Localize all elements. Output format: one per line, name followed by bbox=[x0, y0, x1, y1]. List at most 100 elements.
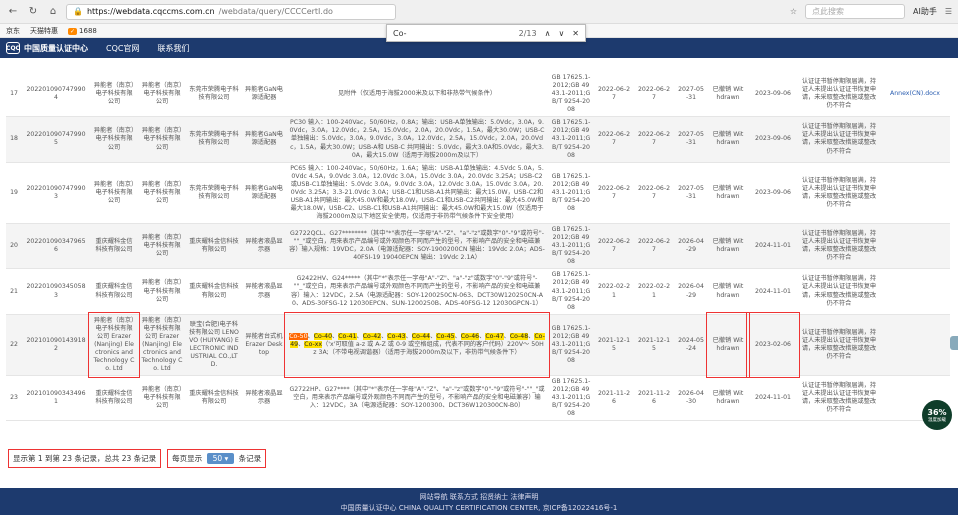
menu-icon[interactable]: ☰ bbox=[945, 7, 952, 16]
manufacturer-name: 异能者（南京）电子科技有限公司 bbox=[138, 162, 186, 225]
change-date: 2021-11-26 bbox=[634, 375, 674, 422]
status-date: 2023-09-06 bbox=[748, 162, 798, 225]
address-bar[interactable]: 🔒 https://webdata.cqccms.com.cn/webdata/… bbox=[66, 3, 396, 20]
footer-links[interactable]: 网站导航 联系方式 招贤纳士 法律声明 bbox=[0, 492, 958, 503]
product-name: 异能者台式机 Erazer Desktop bbox=[242, 314, 286, 377]
applicant-name: 异能者（南京）电子科技有限公司 bbox=[90, 162, 138, 225]
row-number: 22 bbox=[6, 314, 22, 377]
product-name: 异能者液晶显示器 bbox=[242, 223, 286, 270]
logo-text: 中国质量认证中心 bbox=[24, 43, 88, 53]
pagination-bar: 显示第 1 到第 23 条记录，总共 23 条记录 每页显示 50 ▾ 条记录 bbox=[8, 447, 267, 469]
progress-badge[interactable]: 36% 温度加载 bbox=[922, 400, 952, 430]
table-row: 23 2021010903434961 重庆耀科金信科技有限公司 异能者（南京）电子科… bbox=[6, 375, 950, 422]
manufacturer-name: 异能者（南京）电子科技有限公司 bbox=[138, 72, 186, 118]
standard: GB 17625.1-2012;GB 4943.1-2011;GB/T 9254… bbox=[548, 116, 594, 163]
cert-number: 2021010901439182 bbox=[22, 314, 90, 377]
status-reason: 认证证书暂停期限届满，持证人未提出认证证书恢复申请，未采取整改措施或整改仍不符合 bbox=[798, 268, 880, 315]
find-bar: Co- 2/13 ∧ ∨ ✕ bbox=[386, 24, 586, 42]
manufacturer-name: 异能者（南京）电子科技有限公司 bbox=[138, 375, 186, 422]
find-prev-icon[interactable]: ∧ bbox=[545, 29, 551, 38]
attachment-link[interactable]: Annex(CN).docx bbox=[880, 72, 950, 118]
table-row: 18 2022010907479905 异能者（南京）电子科技有限公司 异能者（南京）… bbox=[6, 116, 950, 163]
search-highlight: Co-50 bbox=[289, 332, 308, 340]
standard: GB 17625.1-2012;GB 4943.1-2011;GB/T 9254… bbox=[548, 72, 594, 118]
expiry-date: 2027-05-31 bbox=[674, 72, 708, 118]
product-description: Co-50、Co-40、Co-41、Co-42、Co-43、Co-44、Co-4… bbox=[284, 312, 550, 378]
standard: GB 17625.1-2012;GB 4943.1-2011;GB/T 9254… bbox=[548, 223, 594, 270]
row-number: 21 bbox=[6, 268, 22, 315]
manufacturer-name: 异能者（南京）电子科技有限公司 bbox=[138, 116, 186, 163]
issue-date: 2021-11-26 bbox=[594, 375, 634, 422]
bookmark-star-icon[interactable]: ☆ bbox=[790, 7, 797, 16]
bookmark-tmall[interactable]: 天猫特惠 bbox=[30, 26, 58, 36]
factory-name: 联宝(合肥)电子科技有限公司 LENOVO (HUIYANG) ELECTRON… bbox=[186, 314, 242, 377]
cert-status: 已撤销 Withdrawn bbox=[708, 162, 748, 225]
cert-number: 2022010903450583 bbox=[22, 268, 90, 315]
product-description: PC65 输入：100-240Vac，50/60Hz，1.6A；输出：USB-A… bbox=[286, 162, 548, 225]
status-date: 2023-09-06 bbox=[748, 72, 798, 118]
cert-status: 已撤销 Withdrawn bbox=[708, 116, 748, 163]
search-highlight: Co-45 bbox=[436, 332, 455, 340]
table-row: 22 2021010901439182 异能者（南京）电子科技有限公司 Erazer… bbox=[6, 312, 950, 378]
status-reason: 认证证书暂停期限届满，持证人未提出认证证书恢复申请，未采取整改措施或整改仍不符合 bbox=[798, 375, 880, 422]
table-row: 19 2022010907479903 异能者（南京）电子科技有限公司 异能者（南京）… bbox=[6, 162, 950, 225]
cert-number: 2021010903434961 bbox=[22, 375, 90, 422]
bookmark-1688[interactable]: ✓ 1688 bbox=[68, 27, 97, 35]
find-close-icon[interactable]: ✕ bbox=[572, 29, 579, 38]
find-input[interactable]: Co- bbox=[393, 29, 511, 38]
search-highlight: Co-40 bbox=[313, 332, 333, 340]
applicant-name: 异能者（南京）电子科技有限公司 Erazer (Nanjing) Electro… bbox=[88, 312, 140, 378]
product-name: 异能者液晶显示器 bbox=[242, 268, 286, 315]
change-date: 2022-06-27 bbox=[634, 162, 674, 225]
attachment-link bbox=[880, 162, 950, 225]
record-summary: 显示第 1 到第 23 条记录，总共 23 条记录 bbox=[8, 448, 162, 468]
status-date: 2023-09-06 bbox=[748, 116, 798, 163]
change-date: 2022-06-27 bbox=[634, 116, 674, 163]
issue-date: 2022-06-27 bbox=[594, 223, 634, 270]
search-highlight: Co-44 bbox=[411, 332, 431, 340]
reload-icon[interactable]: ↻ bbox=[26, 6, 40, 17]
results-table: 17 2022010907479904 异能者（南京）电子科技有限公司 异能者（南京）… bbox=[6, 72, 950, 446]
browser-search-input[interactable]: 点此搜索 bbox=[804, 4, 905, 19]
progress-percent: 36% bbox=[927, 407, 947, 417]
cert-number: 2022010907479903 bbox=[22, 162, 90, 225]
ai-assistant-button[interactable]: AI助手 bbox=[913, 6, 937, 17]
status-date: 2024-11-01 bbox=[748, 375, 798, 422]
browser-toolbar: ← ↻ ⌂ 🔒 https://webdata.cqccms.com.cn/we… bbox=[0, 0, 958, 24]
expiry-date: 2026-04-29 bbox=[674, 268, 708, 315]
applicant-name: 异能者（南京）电子科技有限公司 bbox=[90, 116, 138, 163]
cert-number: 2022010903479656 bbox=[22, 223, 90, 270]
factory-name: 重庆耀科金信科技有限公司 bbox=[186, 375, 242, 422]
expiry-date: 2027-05-31 bbox=[674, 162, 708, 225]
status-reason: 认证证书暂停期限届满，持证人未提出认证证书恢复申请，未采取整改措施或整改仍不符合 bbox=[798, 72, 880, 118]
status-date: 2023-02-06 bbox=[746, 312, 800, 378]
attachment-link bbox=[880, 268, 950, 315]
change-date: 2022-06-27 bbox=[634, 72, 674, 118]
page-size-select[interactable]: 50 ▾ bbox=[206, 452, 235, 464]
page-size-suffix: 条记录 bbox=[238, 453, 262, 463]
factory-name: 东莞市荣腾电子科技有限公司 bbox=[186, 116, 242, 163]
side-feedback-tab[interactable] bbox=[950, 336, 958, 350]
progress-label: 温度加载 bbox=[928, 417, 946, 423]
cqc-logo-icon: CQC bbox=[6, 42, 20, 54]
attachment-link bbox=[880, 116, 950, 163]
search-highlight: Co-42 bbox=[362, 332, 382, 340]
bookmark-jd[interactable]: 京东 bbox=[6, 26, 20, 36]
footer-copyright: 中国质量认证中心 CHINA QUALITY CERTIFICATION CEN… bbox=[340, 503, 618, 512]
issue-date: 2022-06-27 bbox=[594, 116, 634, 163]
home-icon[interactable]: ⌂ bbox=[46, 6, 60, 17]
search-highlight: Co-46 bbox=[460, 332, 480, 340]
url-host: https://webdata.cqccms.com.cn bbox=[86, 7, 215, 16]
standard: GB 17625.1-2012;GB 4943.1-2011;GB/T 9254… bbox=[548, 268, 594, 315]
applicant-name: 重庆耀科金信科技有限公司 bbox=[90, 223, 138, 270]
back-icon[interactable]: ← bbox=[6, 6, 20, 17]
nav-contact[interactable]: 联系我们 bbox=[157, 43, 189, 54]
product-description: G2422HV、G24*****（其中"*"表示任一字母"A"-"Z"、"a"-… bbox=[286, 268, 548, 315]
page-size-control: 每页显示 50 ▾ 条记录 bbox=[167, 448, 267, 468]
expiry-date: 2024-05-24 bbox=[674, 314, 708, 377]
nav-cqc-site[interactable]: CQC官网 bbox=[106, 43, 139, 54]
search-highlight: Co-43 bbox=[387, 332, 406, 340]
site-logo[interactable]: CQC 中国质量认证中心 bbox=[6, 42, 88, 54]
product-name: 异能者GaN电源适配器 bbox=[242, 162, 286, 225]
find-next-icon[interactable]: ∨ bbox=[558, 29, 564, 38]
